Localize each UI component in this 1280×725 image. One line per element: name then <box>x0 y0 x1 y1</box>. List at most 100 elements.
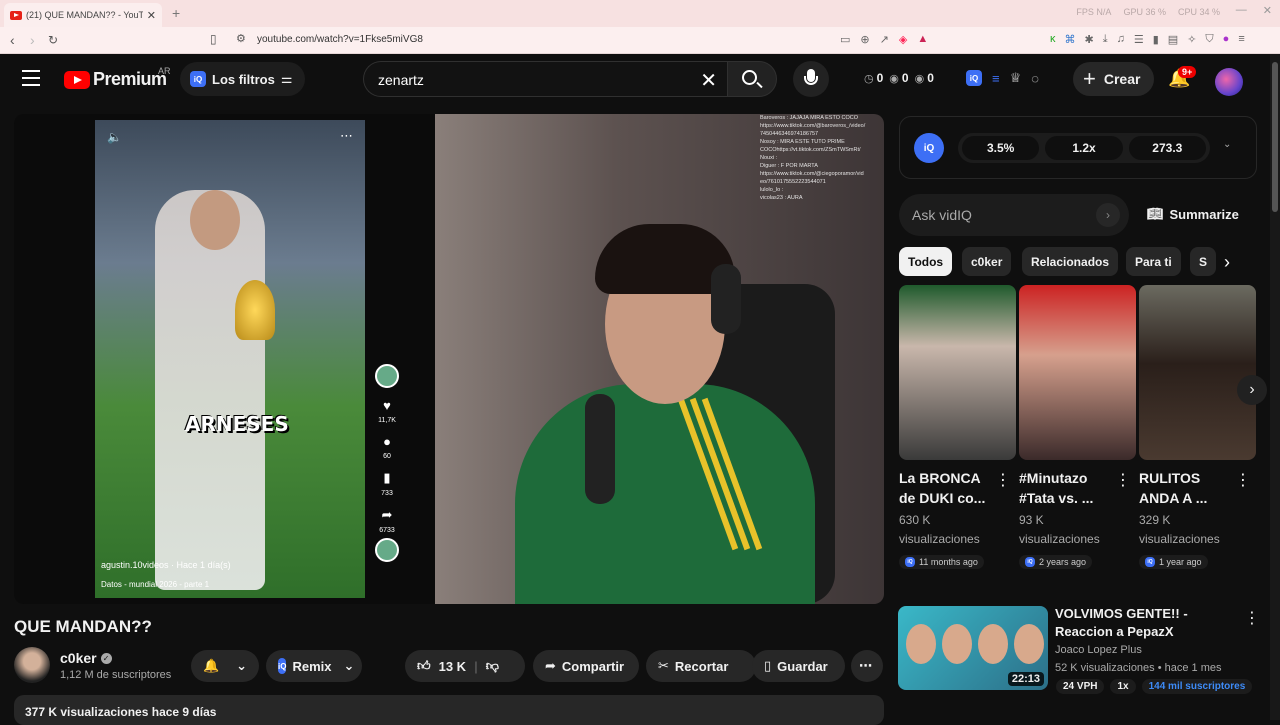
reload-icon[interactable]: ↻ <box>48 33 58 47</box>
recommended-menu-icon[interactable]: ⋮ <box>1244 608 1260 628</box>
hamburger-menu-icon[interactable] <box>22 70 40 91</box>
channel-name-row[interactable]: c0ker ✓ <box>60 650 112 666</box>
chat-line: lulolo_lo : <box>760 187 784 193</box>
chip-channel[interactable]: c0ker <box>962 247 1012 276</box>
vidiq-icon: iQ <box>905 557 915 567</box>
video-title: QUE MANDAN?? <box>14 617 152 636</box>
create-button[interactable]: + Crear <box>1073 62 1155 96</box>
leo-icon[interactable]: ✧ <box>1187 33 1196 46</box>
page-scrollbar[interactable] <box>1270 54 1280 720</box>
like-dislike-group: 👍︎ 13 K | 👎︎ <box>405 650 525 682</box>
sidebar-icon[interactable]: ▮ <box>1153 33 1159 46</box>
summarize-button[interactable]: 📖︎ Summarize <box>1147 206 1239 222</box>
account-avatar[interactable] <box>1215 68 1243 96</box>
short-thumbnail[interactable] <box>1139 285 1256 460</box>
short-menu-icon[interactable]: ⋮ <box>1115 470 1131 490</box>
save-button[interactable]: ▯ Guardar <box>752 650 845 682</box>
clear-search-icon[interactable]: ✕ <box>700 68 717 93</box>
zoom-icon[interactable]: ⊕ <box>860 33 869 46</box>
browser-tab[interactable]: (21) QUE MANDAN?? - YouTu ✕ <box>4 3 162 27</box>
download-icon[interactable]: ⤓ <box>1103 33 1108 46</box>
video-player[interactable]: 🔈 ⋯ ARNESES agustin.10videos · Hace 1 dí… <box>14 114 884 604</box>
subscribed-bell-button[interactable]: 🔔 ⌄ <box>191 650 259 682</box>
remix-button[interactable]: iQ Remix ⌄ <box>266 650 362 682</box>
short-card[interactable]: #Minutazo #Tata vs. ... 93 K visualizacio… <box>1019 285 1136 569</box>
rewards-icon[interactable]: ▲ <box>917 33 928 46</box>
recommended-channel[interactable]: Joaco Lopez Plus <box>1055 644 1142 656</box>
profile-icon[interactable]: ● <box>1223 33 1230 46</box>
cast-icon[interactable]: ▭ <box>840 33 850 46</box>
vidiq-age-tag: iQ 11 months ago <box>899 555 984 569</box>
search-button[interactable] <box>727 61 777 97</box>
forward-icon[interactable]: › <box>30 32 35 48</box>
chat-icon[interactable]: ◌ <box>1031 71 1039 86</box>
translate-icon[interactable]: ⌘ <box>1065 33 1076 46</box>
short-title[interactable]: RULITOS ANDA A ... <box>1139 468 1234 508</box>
music-disc-icon <box>375 538 399 562</box>
voice-search-button[interactable] <box>793 61 829 97</box>
search-box[interactable]: zenartz ✕ <box>363 61 727 97</box>
short-menu-icon[interactable]: ⋮ <box>995 470 1011 490</box>
expand-chevron-icon[interactable]: ⌄ <box>1223 139 1231 150</box>
shorts-next-button[interactable]: › <box>1237 375 1267 405</box>
channel-name[interactable]: c0ker <box>60 650 97 666</box>
share-icon[interactable]: ↗ <box>880 33 889 46</box>
url-field[interactable]: youtube.com/watch?v=1Fkse5miVG8 <box>257 34 423 45</box>
short-thumbnail[interactable] <box>899 285 1016 460</box>
site-info-icon[interactable]: ⚙ <box>236 32 246 45</box>
ask-vidiq-input[interactable]: Ask vidIQ › <box>899 194 1129 236</box>
menu-icon[interactable]: ≡ <box>1238 33 1244 46</box>
share-button[interactable]: ➦ Compartir <box>533 650 639 682</box>
chip-related[interactable]: Relacionados <box>1022 247 1119 276</box>
counter-value: 0 <box>876 71 884 85</box>
bookmark-icon[interactable]: ▯ <box>210 32 217 46</box>
vidiq-icon: iQ <box>1025 557 1035 567</box>
trophy-icon[interactable]: ♕ <box>1010 70 1022 86</box>
wallet-icon[interactable]: ▤ <box>1168 33 1178 46</box>
recommended-title[interactable]: VOLVIMOS GENTE!! - Reaccion a PepazX <box>1055 605 1235 641</box>
clip-button[interactable]: ✂ Recortar <box>646 650 756 682</box>
chat-line: https://www.tiktok.com/@ciegoporamor/vid <box>760 171 864 177</box>
like-count[interactable]: 13 K <box>439 659 466 674</box>
vpn-icon[interactable]: ⛉ <box>1205 33 1213 46</box>
short-title[interactable]: La BRONCA de DUKI co... <box>899 468 994 508</box>
send-arrow-icon[interactable]: › <box>1096 203 1120 227</box>
reading-list-icon[interactable]: ☰ <box>1134 33 1144 46</box>
chip-todos[interactable]: Todos <box>899 247 953 276</box>
short-menu-icon[interactable]: ⋮ <box>1235 470 1251 490</box>
short-title[interactable]: #Minutazo #Tata vs. ... <box>1019 468 1114 508</box>
verified-icon: ✓ <box>100 652 112 664</box>
description-box[interactable]: 377 K visualizaciones hace 9 días <box>14 695 884 725</box>
vidiq-icon[interactable]: iQ <box>966 70 982 86</box>
channel-avatar[interactable] <box>14 647 50 683</box>
music-icon[interactable]: ♫ <box>1117 33 1125 46</box>
chevron-right-icon[interactable]: › <box>1224 252 1230 273</box>
extension-puzzle-icon[interactable]: ✱ <box>1085 33 1094 46</box>
header-extension-icons: iQ ≡ ♕ ◌ <box>966 70 1039 86</box>
clip-label: Recortar <box>674 658 729 674</box>
back-icon[interactable]: ‹ <box>10 32 15 48</box>
remix-label: Remix <box>292 658 332 674</box>
extension-icons: ĸ ⌘ ✱ ⤓ ♫ ☰ ▮ ▤ ✧ ⛉ ● ≡ <box>1050 33 1245 46</box>
chip-more[interactable]: S <box>1190 247 1217 276</box>
youtube-logo[interactable]: Premium AR <box>64 66 171 90</box>
list-icon[interactable]: ≡ <box>992 71 1000 86</box>
thumbs-up-icon[interactable]: 👍︎ <box>417 658 431 674</box>
short-card[interactable]: La BRONCA de DUKI co... 630 K visualizaci… <box>899 285 1016 569</box>
close-window-icon[interactable]: ✕ <box>1263 4 1272 17</box>
new-tab-icon[interactable]: + <box>172 5 180 21</box>
extension-k-icon[interactable]: ĸ <box>1050 33 1056 46</box>
close-tab-icon[interactable]: ✕ <box>147 9 156 22</box>
chip-for-you[interactable]: Para ti <box>1126 247 1181 276</box>
scrollbar-thumb[interactable] <box>1272 62 1278 212</box>
search-input[interactable]: zenartz <box>378 72 424 88</box>
more-horizontal-icon: ⋯ <box>859 658 872 673</box>
more-actions-button[interactable]: ⋯ <box>851 650 883 682</box>
short-thumbnail[interactable] <box>1019 285 1136 460</box>
filters-button[interactable]: iQ Los filtros ⚌ <box>180 62 305 96</box>
minimize-icon[interactable]: — <box>1236 4 1247 17</box>
thumbs-down-icon[interactable]: 👎︎ <box>486 658 499 674</box>
short-card[interactable]: RULITOS ANDA A ... 329 Kvisualizaciones … <box>1139 285 1256 569</box>
recommended-thumbnail[interactable]: 22:13 <box>898 606 1048 690</box>
brave-shield-icon[interactable]: ◈ <box>899 33 907 46</box>
